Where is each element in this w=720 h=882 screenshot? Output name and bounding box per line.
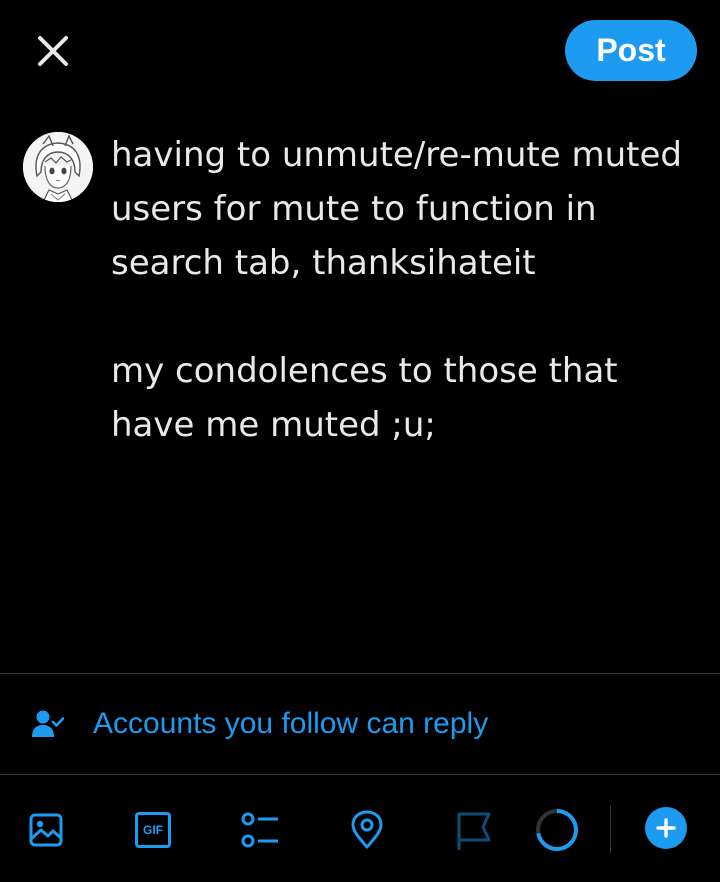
post-button-label: Post bbox=[596, 32, 666, 68]
location-button[interactable] bbox=[345, 808, 389, 852]
gif-icon-label: GIF bbox=[143, 823, 163, 837]
flag-icon bbox=[457, 812, 491, 850]
media-button[interactable] bbox=[24, 808, 68, 852]
close-icon bbox=[38, 36, 68, 66]
toolbar-separator bbox=[610, 805, 611, 853]
gif-icon: GIF bbox=[135, 812, 171, 848]
close-button[interactable] bbox=[26, 24, 80, 78]
reply-settings-label[interactable]: Accounts you follow can reply bbox=[93, 707, 488, 741]
post-button[interactable]: Post bbox=[565, 20, 697, 81]
person-check-icon bbox=[32, 709, 65, 739]
poll-icon bbox=[241, 812, 278, 848]
progress-ring-icon bbox=[536, 809, 578, 851]
add-icon bbox=[656, 818, 676, 838]
character-count-ring bbox=[535, 808, 579, 852]
compose-textarea[interactable]: having to unmute/re-mute muted users for… bbox=[111, 128, 701, 452]
user-avatar-icon bbox=[23, 132, 93, 202]
flag-button bbox=[452, 808, 496, 852]
divider-bottom bbox=[0, 774, 720, 775]
poll-button[interactable] bbox=[238, 808, 282, 852]
location-icon bbox=[351, 810, 383, 849]
avatar bbox=[23, 132, 93, 202]
gif-button[interactable]: GIF bbox=[131, 808, 175, 852]
image-icon bbox=[29, 813, 63, 847]
add-thread-button[interactable] bbox=[645, 807, 687, 849]
